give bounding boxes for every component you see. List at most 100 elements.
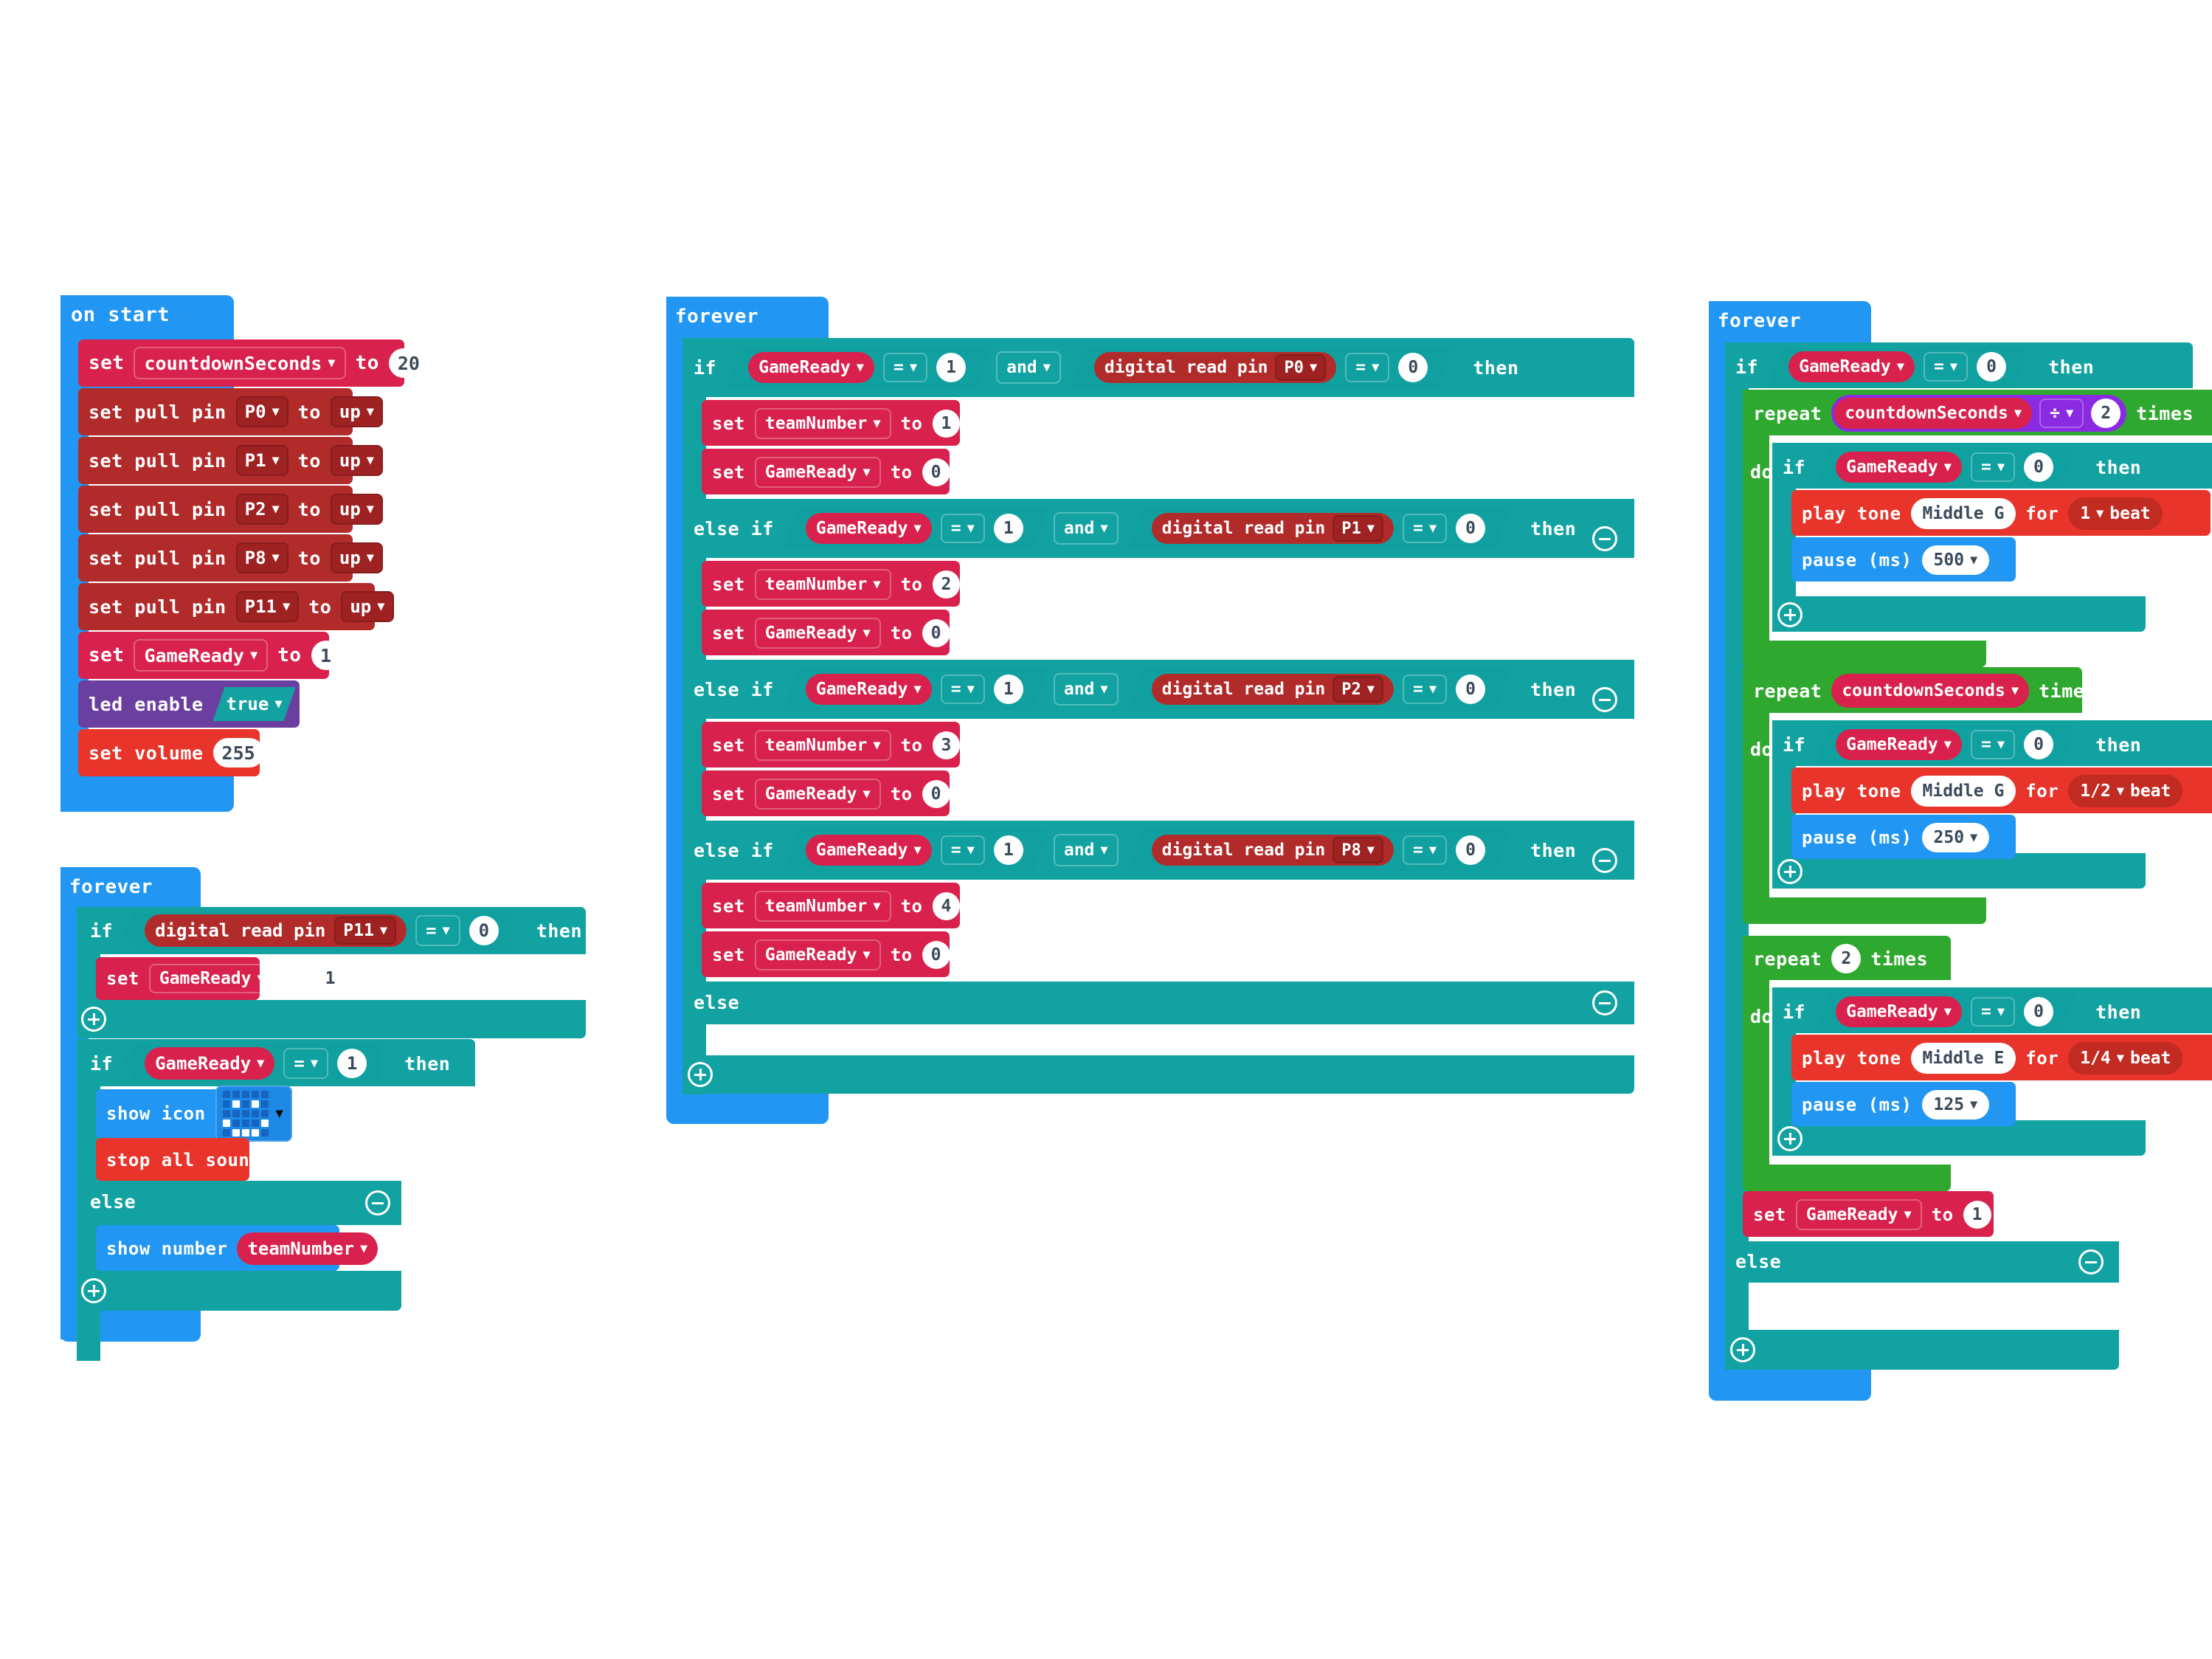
operand-input-1[interactable]: 1 — [994, 675, 1023, 704]
variable-reporter-gameready[interactable]: GameReady ▼ — [145, 1047, 275, 1080]
remove-branch-icon-2[interactable] — [1592, 526, 1617, 551]
variable-reporter-countdownseconds[interactable]: countdownSeconds ▼ — [1834, 398, 2033, 429]
pull-mode-dropdown-p2[interactable]: up ▼ — [330, 494, 384, 525]
operand-input-0[interactable]: 0 — [1456, 514, 1485, 543]
icon-dropdown-happy-face[interactable]: ▼ — [215, 1086, 292, 1142]
variable-dropdown-gameready[interactable]: GameReady ▼ — [754, 939, 881, 970]
variable-reporter-teamnumber[interactable]: teamNumber ▼ — [237, 1232, 379, 1265]
value-input[interactable]: 2 — [932, 570, 961, 599]
add-else-icon-2[interactable] — [81, 1278, 106, 1303]
operand-input-0[interactable]: 0 — [1398, 353, 1428, 382]
remove-else-icon[interactable] — [365, 1190, 390, 1215]
operand-input-0[interactable]: 0 — [2024, 452, 2053, 482]
operator-dropdown-eq[interactable]: = ▼ — [1971, 452, 2015, 482]
variable-reporter-gameready[interactable]: GameReady ▼ — [748, 352, 874, 383]
condition-right-2[interactable]: digital read pin P1 ▼ = ▼ 0 — [1128, 508, 1510, 549]
operator-dropdown-eq[interactable]: = ▼ — [941, 514, 985, 543]
operand-input-1[interactable]: 1 — [936, 353, 966, 382]
variable-reporter-countdownseconds[interactable]: countdownSeconds ▼ — [1831, 674, 2030, 708]
condition-left-4[interactable]: GameReady ▼ = ▼ 1 — [784, 830, 1048, 871]
pause-dropdown-125[interactable]: 125 ▼ — [1921, 1090, 1990, 1120]
operand-input-0[interactable]: 0 — [2024, 730, 2053, 759]
value-input[interactable]: 0 — [922, 780, 950, 808]
operand-input-0[interactable]: 0 — [469, 916, 499, 945]
boolean-dropdown-true[interactable]: true ▼ — [213, 687, 296, 721]
repeat-count-input-2[interactable]: 2 — [1831, 944, 1862, 973]
pull-mode-dropdown-p0[interactable]: up ▼ — [330, 396, 384, 427]
operand-input-1[interactable]: 1 — [337, 1049, 367, 1078]
pause-dropdown-250[interactable]: 250 ▼ — [1921, 823, 1990, 852]
value-input-1[interactable]: 1 — [316, 965, 345, 992]
variable-dropdown-gameready[interactable]: GameReady ▼ — [134, 639, 269, 672]
pin-dropdown-p0[interactable]: P0 ▼ — [235, 396, 288, 427]
beat-dropdown-1[interactable]: 1 ▼ beat — [2068, 497, 2163, 530]
value-input-20[interactable]: 20 — [388, 348, 429, 378]
pin-dropdown-p1[interactable]: P1 ▼ — [1333, 515, 1383, 542]
pin-dropdown-p11[interactable]: P11 ▼ — [235, 591, 300, 622]
condition-right-4[interactable]: digital read pin P8 ▼ = ▼ 0 — [1128, 830, 1510, 871]
variable-dropdown-gameready[interactable]: GameReady ▼ — [754, 779, 881, 810]
operator-dropdown-eq[interactable]: = ▼ — [283, 1048, 329, 1079]
volume-input-255[interactable]: 255 — [212, 738, 264, 768]
pin-dropdown-p8[interactable]: P8 ▼ — [1333, 837, 1383, 863]
value-input[interactable]: 0 — [922, 941, 950, 969]
conjunction-dropdown-and[interactable]: and ▼ — [1053, 512, 1119, 545]
pull-mode-dropdown-p1[interactable]: up ▼ — [330, 445, 384, 476]
inner-condition-2[interactable]: GameReady ▼ = ▼ 0 — [1815, 725, 2076, 765]
inner-condition-3[interactable]: GameReady ▼ = ▼ 0 — [1815, 992, 2076, 1032]
digital-read-pin-reporter[interactable]: digital read pin P0 ▼ — [1094, 352, 1336, 383]
conjunction-dropdown-and[interactable]: and ▼ — [996, 351, 1061, 384]
digital-read-pin-reporter[interactable]: digital read pin P8 ▼ — [1152, 835, 1394, 866]
pull-mode-dropdown-p8[interactable]: up ▼ — [330, 542, 384, 573]
value-input[interactable]: 1 — [932, 410, 961, 438]
value-input[interactable]: 0 — [922, 458, 950, 486]
operator-dropdown-eq[interactable]: = ▼ — [415, 915, 460, 946]
inner-condition-1[interactable]: GameReady ▼ = ▼ 0 — [1815, 447, 2076, 487]
math-operator-dropdown-divide[interactable]: ÷ ▼ — [2039, 399, 2084, 428]
operand-input-0[interactable]: 0 — [1977, 352, 2006, 382]
pin-dropdown-p11[interactable]: P11 ▼ — [334, 917, 397, 945]
operator-dropdown-eq[interactable]: = ▼ — [1971, 730, 2015, 759]
variable-reporter-gameready[interactable]: GameReady ▼ — [806, 835, 932, 866]
variable-dropdown-countdownseconds[interactable]: countdownSeconds ▼ — [134, 347, 346, 379]
value-input-1[interactable]: 1 — [1963, 1201, 1991, 1229]
operand-input-1[interactable]: 1 — [994, 514, 1023, 543]
pause-dropdown-500[interactable]: 500 ▼ — [1921, 545, 1990, 575]
math-operand-input-2[interactable]: 2 — [2091, 399, 2121, 428]
add-else-icon[interactable] — [81, 1007, 106, 1032]
pull-mode-dropdown-p11[interactable]: up ▼ — [341, 591, 394, 622]
variable-reporter-gameready[interactable]: GameReady ▼ — [1836, 452, 1962, 483]
digital-read-pin-reporter[interactable]: digital read pin P1 ▼ — [1152, 513, 1394, 544]
pin-dropdown-p8[interactable]: P8 ▼ — [235, 542, 288, 573]
pin-dropdown-p2[interactable]: P2 ▼ — [235, 494, 288, 525]
variable-dropdown-gameready[interactable]: GameReady ▼ — [148, 964, 275, 993]
variable-dropdown-teamnumber[interactable]: teamNumber ▼ — [754, 408, 891, 439]
condition-left-1[interactable]: GameReady ▼ = ▼ 1 — [726, 347, 991, 388]
operand-input-0[interactable]: 0 — [1456, 675, 1485, 704]
variable-reporter-gameready[interactable]: GameReady ▼ — [806, 674, 932, 705]
remove-else-icon-middle[interactable] — [1592, 990, 1617, 1015]
conjunction-dropdown-and[interactable]: and ▼ — [1053, 673, 1119, 706]
variable-dropdown-teamnumber[interactable]: teamNumber ▼ — [754, 891, 891, 922]
add-branch-icon-middle[interactable] — [688, 1062, 713, 1087]
outer-condition[interactable]: GameReady ▼ = ▼ 0 — [1768, 347, 2028, 387]
digital-read-pin-reporter[interactable]: digital read pin P11 ▼ — [145, 914, 407, 947]
operator-dropdown-eq[interactable]: = ▼ — [1971, 997, 2015, 1027]
operator-dropdown-eq[interactable]: = ▼ — [1924, 352, 1968, 382]
operator-dropdown-eq-2[interactable]: = ▼ — [1403, 835, 1447, 865]
variable-dropdown-teamnumber[interactable]: teamNumber ▼ — [754, 730, 891, 761]
remove-branch-icon-3[interactable] — [1592, 687, 1617, 712]
operand-input-0[interactable]: 0 — [1456, 835, 1485, 865]
beat-dropdown-quarter[interactable]: 1/4 ▼ beat — [2068, 1042, 2183, 1075]
operator-dropdown-eq[interactable]: = ▼ — [941, 675, 985, 704]
variable-reporter-gameready[interactable]: GameReady ▼ — [1788, 351, 1915, 382]
condition-gameready[interactable]: GameReady ▼ = ▼ 1 — [122, 1044, 382, 1083]
value-input[interactable]: 4 — [932, 892, 961, 920]
condition-left-2[interactable]: GameReady ▼ = ▼ 1 — [784, 508, 1048, 549]
digital-read-pin-reporter[interactable]: digital read pin P2 ▼ — [1152, 674, 1394, 705]
else-bar-right[interactable] — [1725, 1241, 2119, 1283]
add-else-icon-r3[interactable] — [1777, 1126, 1803, 1151]
variable-reporter-gameready[interactable]: GameReady ▼ — [806, 513, 932, 544]
variable-reporter-gameready[interactable]: GameReady ▼ — [1836, 729, 1962, 760]
add-else-icon-r2[interactable] — [1777, 859, 1803, 884]
